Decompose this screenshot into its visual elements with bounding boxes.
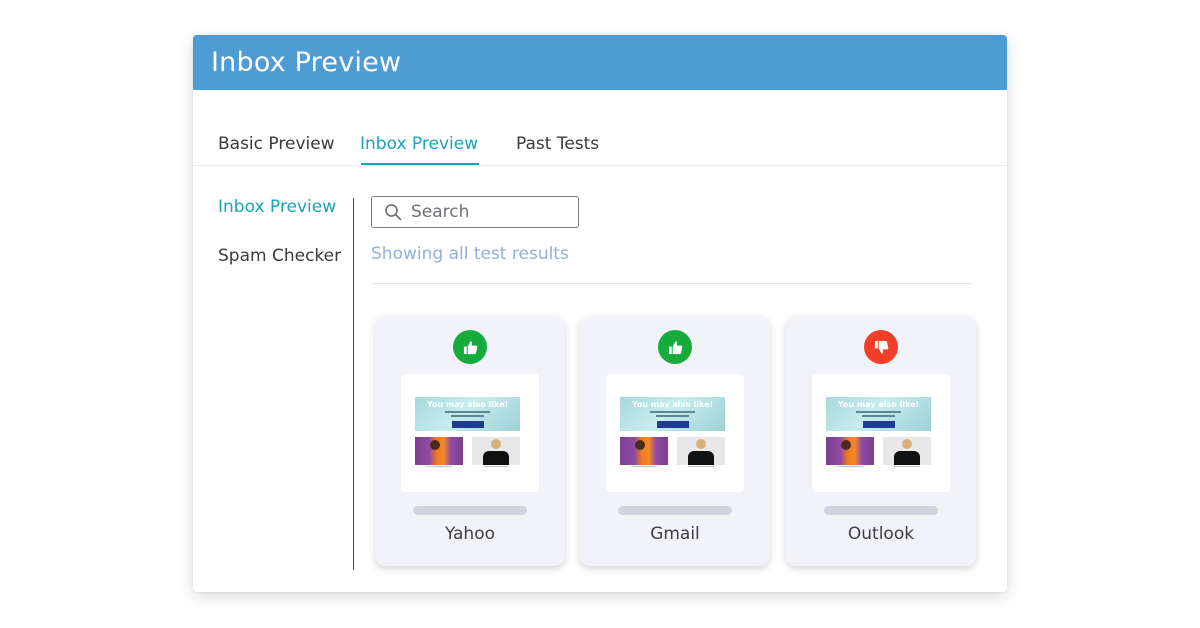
tab-basic-preview[interactable]: Basic Preview xyxy=(218,134,335,154)
preview-shop-button xyxy=(452,421,484,428)
sidebar-item-spam-checker[interactable]: Spam Checker xyxy=(218,246,341,266)
preview-shop-button xyxy=(863,421,895,428)
preview-shop-button xyxy=(657,421,689,428)
fail-badge xyxy=(864,330,898,364)
sidebar-item-inbox-preview[interactable]: Inbox Preview xyxy=(218,197,336,217)
preview-product-image xyxy=(415,437,463,465)
title-bar: Inbox Preview xyxy=(193,35,1007,90)
tab-past-tests[interactable]: Past Tests xyxy=(516,134,599,154)
search-icon xyxy=(385,204,402,221)
active-tab-indicator xyxy=(361,163,479,165)
thumbs-up-icon xyxy=(668,340,682,354)
preview-banner: You may also like! xyxy=(620,397,725,431)
window-title: Inbox Preview xyxy=(211,47,402,78)
tab-bar: Basic Preview Inbox Preview Past Tests xyxy=(193,90,1007,166)
client-card-yahoo[interactable]: You may also like! Yahoo xyxy=(375,316,565,566)
email-preview-thumbnail: You may also like! xyxy=(606,374,744,492)
email-preview-thumbnail: You may also like! xyxy=(812,374,950,492)
preview-product-image xyxy=(472,437,520,465)
client-name: Gmail xyxy=(650,524,700,544)
preview-headline: You may also like! xyxy=(837,400,920,409)
client-name: Outlook xyxy=(847,524,915,544)
thumbs-up-icon xyxy=(463,340,477,354)
thumbs-down-icon xyxy=(874,340,888,354)
results-divider xyxy=(372,283,972,284)
inbox-preview-window: Inbox Preview Basic Preview Inbox Previe… xyxy=(193,35,1007,592)
pass-badge xyxy=(453,330,487,364)
preview-product-image xyxy=(677,437,725,465)
search-placeholder: Search xyxy=(411,202,470,222)
preview-banner: You may also like! xyxy=(826,397,931,431)
preview-headline: You may also like! xyxy=(631,400,714,409)
tab-inbox-preview[interactable]: Inbox Preview xyxy=(360,134,478,154)
pass-badge xyxy=(658,330,692,364)
results-note: Showing all test results xyxy=(371,244,569,264)
sidebar-divider xyxy=(353,198,354,570)
client-name: Yahoo xyxy=(444,524,496,544)
client-card-gmail[interactable]: You may also like! Gmail xyxy=(580,316,770,566)
preview-product-image xyxy=(620,437,668,465)
preview-headline: You may also like! xyxy=(426,400,509,409)
subject-placeholder-bar xyxy=(618,506,732,515)
client-card-outlook[interactable]: You may also like! Outlook xyxy=(786,316,976,566)
preview-banner: You may also like! xyxy=(415,397,520,431)
preview-product-image xyxy=(826,437,874,465)
search-input[interactable]: Search xyxy=(371,196,579,228)
email-preview-thumbnail: You may also like! xyxy=(401,374,539,492)
subject-placeholder-bar xyxy=(824,506,938,515)
preview-product-image xyxy=(883,437,931,465)
subject-placeholder-bar xyxy=(413,506,527,515)
